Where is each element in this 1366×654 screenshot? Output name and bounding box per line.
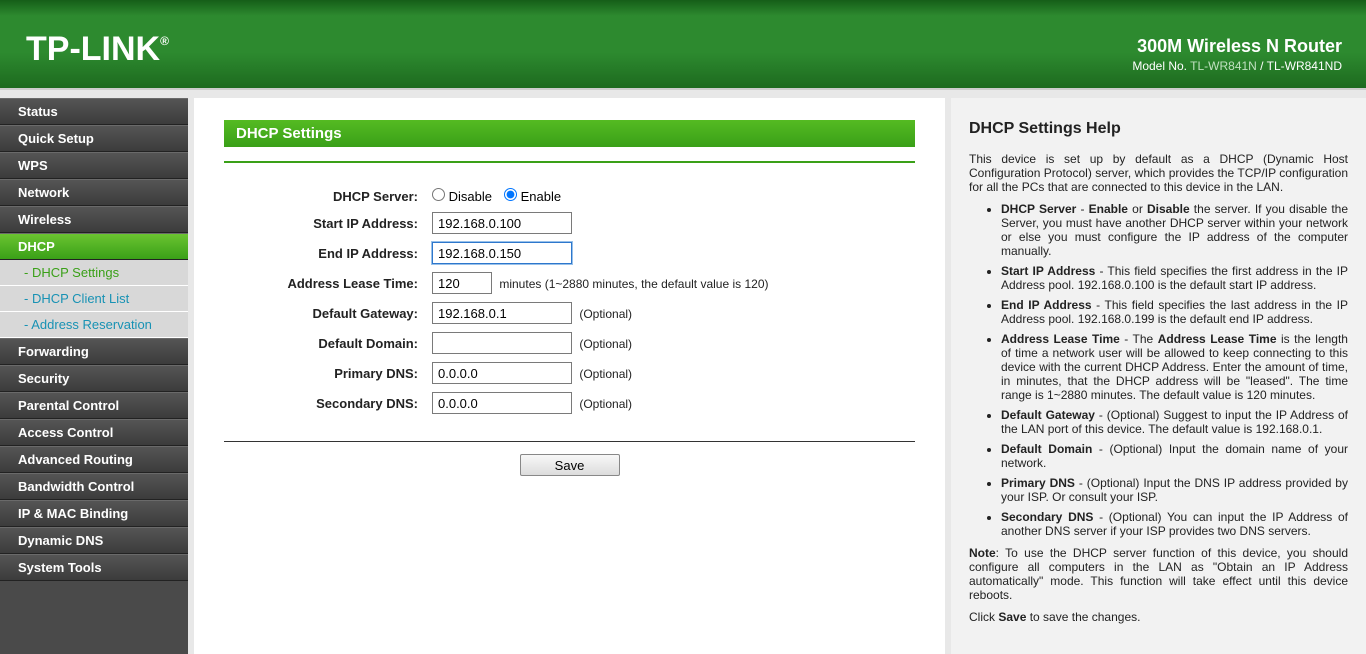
sidebar-item-forwarding[interactable]: Forwarding: [0, 338, 188, 365]
help-note: Note: To use the DHCP server function of…: [969, 546, 1348, 602]
optional-hint: (Optional): [575, 397, 632, 411]
lease-input[interactable]: [432, 272, 492, 294]
help-item: End IP Address - This field specifies th…: [1001, 298, 1348, 326]
dns2-label: Secondary DNS:: [226, 389, 426, 417]
domain-label: Default Domain:: [226, 329, 426, 357]
disable-radio-label[interactable]: Disable: [432, 188, 492, 204]
separator: [224, 161, 915, 163]
sidebar-item-status[interactable]: Status: [0, 98, 188, 125]
help-item: Secondary DNS - (Optional) You can input…: [1001, 510, 1348, 538]
help-item: Primary DNS - (Optional) Input the DNS I…: [1001, 476, 1348, 504]
help-list: DHCP Server - Enable or Disable the serv…: [969, 202, 1348, 538]
sidebar-item-address-reservation[interactable]: Address Reservation: [0, 312, 188, 338]
sidebar-item-parental-control[interactable]: Parental Control: [0, 392, 188, 419]
help-item: Address Lease Time - The Address Lease T…: [1001, 332, 1348, 402]
end-ip-label: End IP Address:: [226, 239, 426, 267]
product-title: 300M Wireless N Router: [1132, 36, 1342, 57]
sidebar-item-dhcp-client-list[interactable]: DHCP Client List: [0, 286, 188, 312]
help-panel: DHCP Settings Help This device is set up…: [951, 98, 1366, 654]
page-title: DHCP Settings: [224, 120, 915, 147]
sidebar-item-wireless[interactable]: Wireless: [0, 206, 188, 233]
start-ip-input[interactable]: [432, 212, 572, 234]
optional-hint: (Optional): [575, 337, 632, 351]
dhcp-form: DHCP Server: Disable Enable Start IP Add…: [224, 183, 915, 419]
enable-radio[interactable]: [504, 188, 517, 201]
dns1-label: Primary DNS:: [226, 359, 426, 387]
gateway-input[interactable]: [432, 302, 572, 324]
save-button[interactable]: Save: [520, 454, 620, 476]
dns2-input[interactable]: [432, 392, 572, 414]
sidebar-item-quick-setup[interactable]: Quick Setup: [0, 125, 188, 152]
sidebar-item-bandwidth-control[interactable]: Bandwidth Control: [0, 473, 188, 500]
sidebar-nav: StatusQuick SetupWPSNetworkWirelessDHCPD…: [0, 98, 188, 654]
product-model: Model No. TL-WR841N / TL-WR841ND: [1132, 59, 1342, 73]
help-item: Default Domain - (Optional) Input the do…: [1001, 442, 1348, 470]
help-title: DHCP Settings Help: [969, 120, 1348, 138]
sidebar-item-wps[interactable]: WPS: [0, 152, 188, 179]
domain-input[interactable]: [432, 332, 572, 354]
brand-reg-mark: ®: [160, 34, 169, 48]
sidebar-item-access-control[interactable]: Access Control: [0, 419, 188, 446]
sidebar-item-security[interactable]: Security: [0, 365, 188, 392]
gateway-label: Default Gateway:: [226, 299, 426, 327]
dns1-input[interactable]: [432, 362, 572, 384]
lease-hint: minutes (1~2880 minutes, the default val…: [495, 277, 768, 291]
lease-label: Address Lease Time:: [226, 269, 426, 297]
help-save-hint: Click Save to save the changes.: [969, 610, 1348, 624]
enable-radio-label[interactable]: Enable: [504, 188, 561, 204]
separator: [224, 441, 915, 442]
sidebar-item-advanced-routing[interactable]: Advanced Routing: [0, 446, 188, 473]
dhcp-server-label: DHCP Server:: [226, 185, 426, 207]
sidebar-item-dhcp[interactable]: DHCP: [0, 233, 188, 260]
help-item: Start IP Address - This field specifies …: [1001, 264, 1348, 292]
main-content: DHCP Settings DHCP Server: Disable Enabl…: [188, 98, 951, 654]
optional-hint: (Optional): [575, 307, 632, 321]
sidebar-item-dynamic-dns[interactable]: Dynamic DNS: [0, 527, 188, 554]
sidebar-item-dhcp-settings[interactable]: DHCP Settings: [0, 260, 188, 286]
sidebar-item-ip-mac-binding[interactable]: IP & MAC Binding: [0, 500, 188, 527]
product-info: 300M Wireless N Router Model No. TL-WR84…: [1132, 36, 1342, 73]
disable-radio[interactable]: [432, 188, 445, 201]
optional-hint: (Optional): [575, 367, 632, 381]
end-ip-input[interactable]: [432, 242, 572, 264]
model-link[interactable]: TL-WR841N: [1190, 59, 1257, 73]
brand-logo: TP-LINK®: [26, 30, 169, 69]
header-bar: TP-LINK® 300M Wireless N Router Model No…: [0, 0, 1366, 90]
sidebar-item-system-tools[interactable]: System Tools: [0, 554, 188, 581]
brand-text: TP-LINK: [26, 30, 160, 68]
start-ip-label: Start IP Address:: [226, 209, 426, 237]
dhcp-server-radio-group: Disable Enable: [432, 188, 561, 204]
help-item: DHCP Server - Enable or Disable the serv…: [1001, 202, 1348, 258]
help-item: Default Gateway - (Optional) Suggest to …: [1001, 408, 1348, 436]
help-intro: This device is set up by default as a DH…: [969, 152, 1348, 194]
sidebar-item-network[interactable]: Network: [0, 179, 188, 206]
